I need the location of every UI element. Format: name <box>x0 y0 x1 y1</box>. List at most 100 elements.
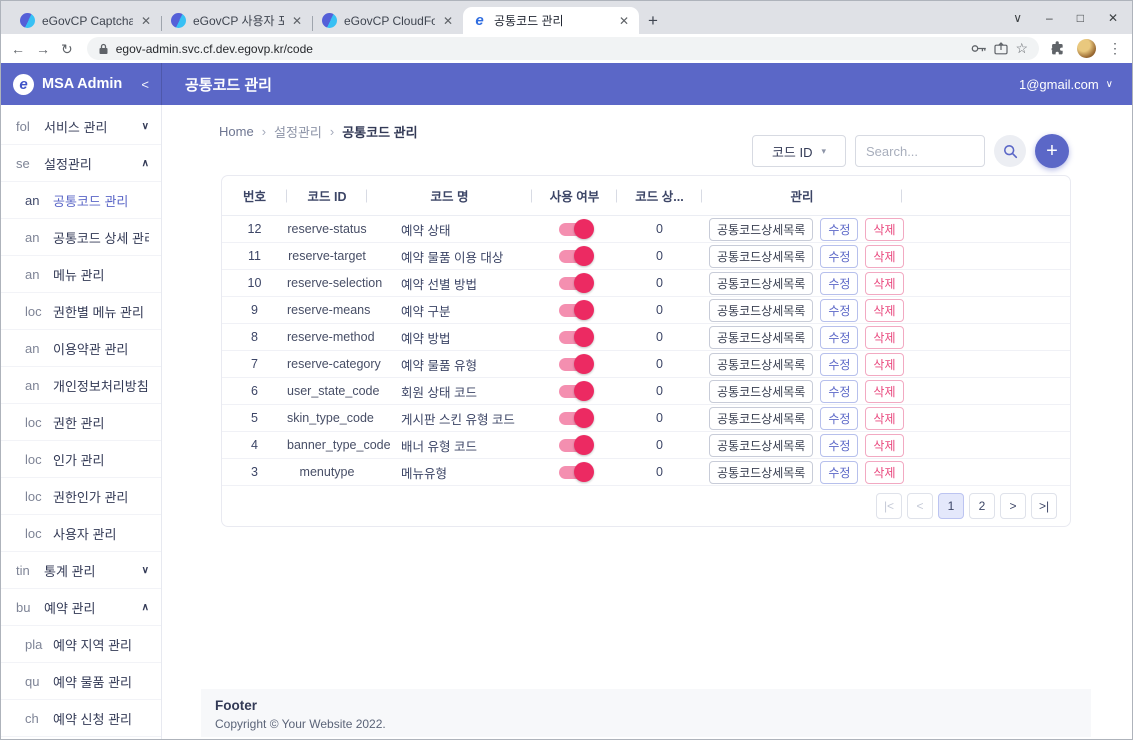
sidebar-item[interactable]: loc권한 관리 <box>1 404 161 441</box>
sidebar-collapse-icon[interactable]: < <box>141 77 149 92</box>
search-field-dropdown[interactable]: 코드 ID ▾ <box>752 135 846 167</box>
next-page-button[interactable]: > <box>1000 493 1026 519</box>
use-toggle-switch[interactable] <box>559 412 591 425</box>
sidebar-item[interactable]: an개인정보처리방침 관 <box>1 367 161 404</box>
browser-tab[interactable]: eGovCP Captcha✕ <box>11 7 161 34</box>
share-icon[interactable] <box>994 42 1008 55</box>
tab-search-icon[interactable]: ∨ <box>1013 12 1022 24</box>
page-button[interactable]: 2 <box>969 493 995 519</box>
sidebar-item[interactable]: an메뉴 관리 <box>1 256 161 293</box>
detail-list-button[interactable]: 공통코드상세목록 <box>709 272 813 295</box>
search-button[interactable] <box>994 135 1026 167</box>
sidebar-item[interactable]: loc사용자 관리 <box>1 515 161 552</box>
edit-button[interactable]: 수정 <box>820 407 858 430</box>
sidebar-item[interactable]: qu예약 물품 관리 <box>1 663 161 700</box>
sidebar-item[interactable]: loc인가 관리 <box>1 441 161 478</box>
close-icon[interactable]: ✕ <box>1108 12 1118 24</box>
edit-button[interactable]: 수정 <box>820 245 858 268</box>
add-code-button[interactable]: + <box>1035 134 1069 168</box>
new-tab-button[interactable]: + <box>648 12 658 29</box>
sidebar-item[interactable]: an공통코드 관리 <box>1 182 161 219</box>
cell-number: 9 <box>222 303 287 317</box>
use-toggle-switch[interactable] <box>559 385 591 398</box>
sidebar-item[interactable]: bu예약 관리∧ <box>1 589 161 626</box>
use-toggle-switch[interactable] <box>559 277 591 290</box>
sidebar-item[interactable]: loc권한별 메뉴 관리 <box>1 293 161 330</box>
prev-page-button[interactable]: < <box>907 493 933 519</box>
cell-use-toggle <box>532 331 617 344</box>
use-toggle-switch[interactable] <box>559 304 591 317</box>
table-row: 10reserve-selection예약 선별 방법0공통코드상세목록수정삭제 <box>222 270 1070 297</box>
user-menu[interactable]: 1@gmail.com ∨ <box>1019 77 1113 92</box>
detail-list-button[interactable]: 공통코드상세목록 <box>709 407 813 430</box>
delete-button[interactable]: 삭제 <box>865 434 903 457</box>
detail-list-button[interactable]: 공통코드상세목록 <box>709 218 813 241</box>
breadcrumb-home[interactable]: Home <box>219 124 254 139</box>
sidebar-item[interactable]: fol서비스 관리∨ <box>1 108 161 145</box>
delete-button[interactable]: 삭제 <box>865 407 903 430</box>
sidebar-item[interactable]: pla예약 지역 관리 <box>1 626 161 663</box>
use-toggle-switch[interactable] <box>559 250 591 263</box>
delete-button[interactable]: 삭제 <box>865 326 903 349</box>
sidebar-item[interactable]: ch예약 신청 관리 <box>1 700 161 737</box>
column-header: 번호 <box>222 186 287 205</box>
edit-button[interactable]: 수정 <box>820 380 858 403</box>
delete-button[interactable]: 삭제 <box>865 245 903 268</box>
use-toggle-switch[interactable] <box>559 358 591 371</box>
use-toggle-switch[interactable] <box>559 439 591 452</box>
search-input[interactable] <box>855 135 985 167</box>
first-page-button[interactable]: |< <box>876 493 902 519</box>
detail-list-button[interactable]: 공통코드상세목록 <box>709 245 813 268</box>
delete-button[interactable]: 삭제 <box>865 218 903 241</box>
minimize-icon[interactable]: – <box>1046 12 1053 24</box>
sidebar-item[interactable]: loc권한인가 관리 <box>1 478 161 515</box>
browser-tab[interactable]: e공통코드 관리✕ <box>463 7 639 34</box>
tab-close-icon[interactable]: ✕ <box>291 14 303 28</box>
browser-tab[interactable]: eGovCP 사용자 포털✕ <box>162 7 312 34</box>
delete-button[interactable]: 삭제 <box>865 461 903 484</box>
extensions-puzzle-icon[interactable] <box>1050 41 1065 56</box>
edit-button[interactable]: 수정 <box>820 434 858 457</box>
last-page-button[interactable]: >| <box>1031 493 1057 519</box>
profile-avatar[interactable] <box>1077 39 1096 58</box>
delete-button[interactable]: 삭제 <box>865 353 903 376</box>
edit-button[interactable]: 수정 <box>820 353 858 376</box>
sidebar-item[interactable]: se설정관리∧ <box>1 145 161 182</box>
tab-close-icon[interactable]: ✕ <box>442 14 454 28</box>
sidebar-item-icon: qu <box>25 674 46 689</box>
detail-list-button[interactable]: 공통코드상세목록 <box>709 434 813 457</box>
address-bar[interactable]: egov-admin.svc.cf.dev.egovp.kr/code ☆ <box>87 37 1039 60</box>
detail-list-button[interactable]: 공통코드상세목록 <box>709 380 813 403</box>
reload-icon[interactable]: ↻ <box>61 42 73 56</box>
forward-icon[interactable]: → <box>36 42 50 56</box>
menu-dots-icon[interactable]: ⋮ <box>1108 40 1122 57</box>
tab-close-icon[interactable]: ✕ <box>618 14 630 28</box>
sidebar-item[interactable]: an공통코드 상세 관리 <box>1 219 161 256</box>
page-button[interactable]: 1 <box>938 493 964 519</box>
detail-list-button[interactable]: 공통코드상세목록 <box>709 326 813 349</box>
delete-button[interactable]: 삭제 <box>865 272 903 295</box>
detail-list-button[interactable]: 공통코드상세목록 <box>709 461 813 484</box>
delete-button[interactable]: 삭제 <box>865 380 903 403</box>
edit-button[interactable]: 수정 <box>820 461 858 484</box>
detail-list-button[interactable]: 공통코드상세목록 <box>709 299 813 322</box>
sidebar-item[interactable]: an이용약관 관리 <box>1 330 161 367</box>
bookmark-star-icon[interactable]: ☆ <box>1015 40 1028 57</box>
use-toggle-switch[interactable] <box>559 223 591 236</box>
edit-button[interactable]: 수정 <box>820 299 858 322</box>
use-toggle-switch[interactable] <box>559 466 591 479</box>
back-icon[interactable]: ← <box>11 42 25 56</box>
breadcrumb-section[interactable]: 설정관리 <box>274 122 322 141</box>
browser-tab[interactable]: eGovCP CloudFoundry✕ <box>313 7 463 34</box>
tab-close-icon[interactable]: ✕ <box>140 14 152 28</box>
sidebar-item[interactable]: tin통계 관리∨ <box>1 552 161 589</box>
cell-code-name: 예약 선별 방법 <box>367 274 532 293</box>
edit-button[interactable]: 수정 <box>820 326 858 349</box>
password-key-icon[interactable] <box>971 44 987 53</box>
detail-list-button[interactable]: 공통코드상세목록 <box>709 353 813 376</box>
use-toggle-switch[interactable] <box>559 331 591 344</box>
edit-button[interactable]: 수정 <box>820 272 858 295</box>
delete-button[interactable]: 삭제 <box>865 299 903 322</box>
edit-button[interactable]: 수정 <box>820 218 858 241</box>
maximize-icon[interactable]: □ <box>1077 12 1084 24</box>
